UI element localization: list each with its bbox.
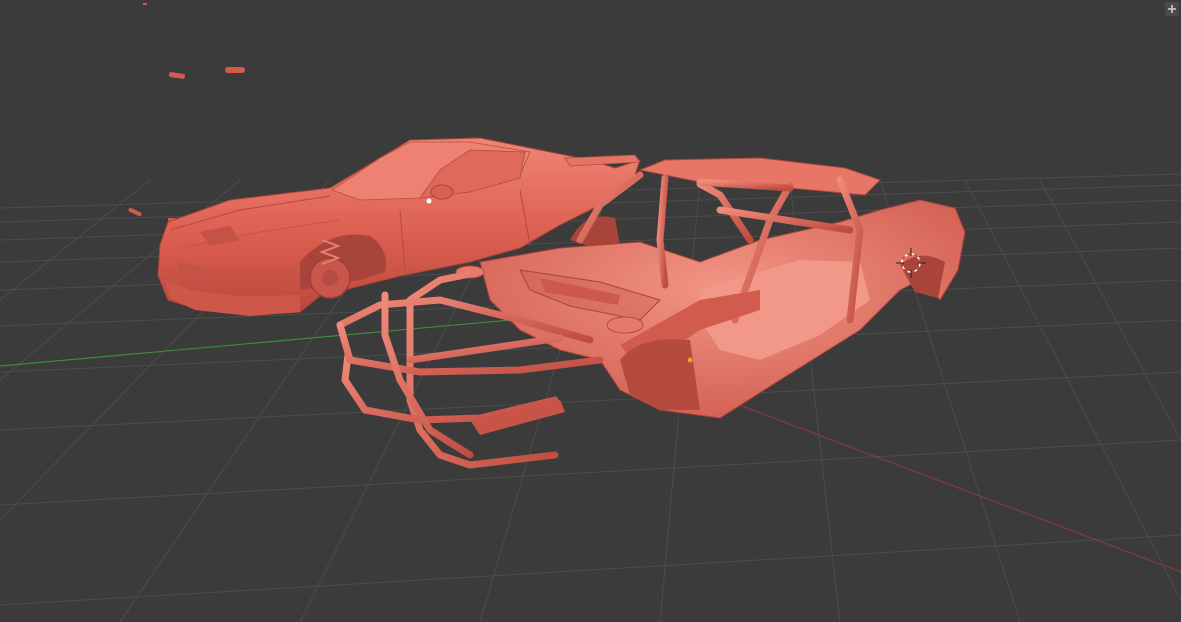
plus-icon — [1168, 5, 1176, 13]
3d-cursor-icon[interactable] — [896, 248, 926, 278]
viewport-corner-button[interactable] — [1165, 2, 1179, 16]
3d-viewport[interactable] — [0, 0, 1181, 622]
small-parts[interactable] — [128, 3, 245, 221]
scene-canvas[interactable] — [0, 0, 1181, 622]
